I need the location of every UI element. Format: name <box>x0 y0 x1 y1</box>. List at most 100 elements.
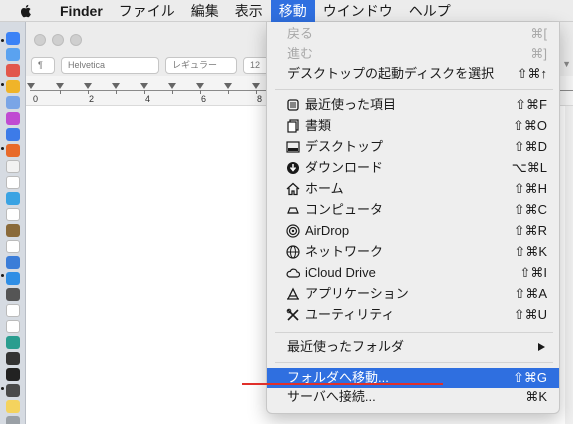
menu-item-enclosing-folder[interactable]: デスクトップの起動ディスクを選択 ⇧⌘↑ <box>267 64 559 84</box>
ruler-number: 6 <box>201 94 207 104</box>
desktop-icon <box>286 141 300 153</box>
app-dock-icon[interactable] <box>6 320 20 333</box>
menu-item-documents[interactable]: 書類 ⇧⌘O <box>267 116 559 136</box>
tab-stop-marker[interactable] <box>112 83 120 89</box>
menu-view[interactable]: 表示 <box>227 0 271 22</box>
app-dock-icon[interactable] <box>6 288 20 301</box>
menu-help[interactable]: ヘルプ <box>401 0 459 22</box>
menu-item-recents[interactable]: 最近使った項目 ⇧⌘F <box>267 95 559 115</box>
app-dock-icon[interactable] <box>6 80 20 93</box>
app-dock-icon[interactable] <box>6 96 20 109</box>
tab-stop-marker[interactable] <box>140 83 148 89</box>
app-dock-icon[interactable] <box>6 400 20 413</box>
ruler-number: 0 <box>33 94 39 104</box>
menu-item-applications[interactable]: アプリケーション ⇧⌘A <box>267 284 559 304</box>
menu-item-computer[interactable]: コンピュータ ⇧⌘C <box>267 200 559 220</box>
network-icon <box>286 245 300 259</box>
app-dock-icon[interactable] <box>6 384 20 397</box>
menu-item-icloud-drive[interactable]: iCloud Drive ⇧⌘I <box>267 263 559 283</box>
computer-icon <box>287 207 299 214</box>
menu-item-utilities[interactable]: ユーティリティ ⇧⌘U <box>267 305 559 325</box>
menu-item-shortcut: ⇧⌘↑ <box>516 66 547 81</box>
app-dock-icon[interactable] <box>6 272 20 285</box>
menu-item-shortcut: ⇧⌘U <box>513 307 547 322</box>
app-dock-icon[interactable] <box>6 192 20 205</box>
app-dock-icon[interactable] <box>6 112 20 125</box>
menu-item-shortcut: ⇧⌘K <box>514 244 547 259</box>
launchpad-dock-icon[interactable] <box>6 48 20 61</box>
tab-stop-marker[interactable] <box>168 83 176 89</box>
menu-file[interactable]: ファイル <box>111 0 183 22</box>
menu-bar: Finder ファイル 編集 表示 移動 ウインドウ ヘルプ <box>0 0 573 22</box>
menu-finder[interactable]: Finder <box>52 0 111 22</box>
menu-go[interactable]: 移動 <box>270 0 315 22</box>
app-dock-icon[interactable] <box>6 160 20 173</box>
menu-item-airdrop[interactable]: AirDrop ⇧⌘R <box>267 221 559 241</box>
app-dock-icon[interactable] <box>6 304 20 317</box>
documents-icon <box>287 119 299 133</box>
ruler-tick <box>172 90 173 94</box>
dock-running-indicator <box>1 39 4 42</box>
menu-item-label: 最近使った項目 <box>305 97 397 112</box>
menu-item-connect-to-server[interactable]: サーバへ接続... ⌘K <box>267 387 559 407</box>
menu-item-shortcut: ⌘[ <box>530 26 547 41</box>
tab-stop-marker[interactable] <box>84 83 92 89</box>
minimize-window-button[interactable] <box>52 34 64 46</box>
paragraph-style-popup[interactable]: ¶ <box>31 57 55 74</box>
tab-stop-marker[interactable] <box>224 83 232 89</box>
menu-item-downloads[interactable]: ダウンロード ⌥⌘L <box>267 158 559 178</box>
menu-separator <box>275 362 553 363</box>
app-dock-icon[interactable] <box>6 64 20 77</box>
close-window-button[interactable] <box>34 34 46 46</box>
menu-item-network[interactable]: ネットワーク ⇧⌘K <box>267 242 559 262</box>
tab-stop-marker[interactable] <box>252 83 260 89</box>
menu-item-go-to-folder[interactable]: フォルダへ移動... ⇧⌘G <box>267 368 559 388</box>
menu-item-shortcut: ⌘K <box>525 389 547 404</box>
font-style-popup[interactable]: レギュラー <box>165 57 237 74</box>
tab-stop-marker[interactable] <box>56 83 64 89</box>
menu-item-shortcut: ⌥⌘L <box>511 160 547 175</box>
firefox-dock-icon[interactable] <box>6 144 20 157</box>
menu-item-forward[interactable]: 進む ⌘] <box>267 44 559 64</box>
menu-window[interactable]: ウインドウ <box>315 0 401 22</box>
menu-separator <box>275 89 553 90</box>
menu-item-label: AirDrop <box>305 223 350 238</box>
left-indent-marker[interactable] <box>27 83 35 89</box>
menu-item-label: iCloud Drive <box>305 265 376 280</box>
terminal-dock-icon[interactable] <box>6 352 20 365</box>
dock <box>0 22 26 424</box>
trash-dock-icon[interactable] <box>6 416 20 424</box>
app-dock-icon[interactable] <box>6 240 20 253</box>
dock-running-indicator <box>1 387 4 390</box>
finder-dock-icon[interactable] <box>6 32 20 45</box>
menu-item-label: 最近使ったフォルダ <box>287 339 405 354</box>
tab-stop-marker[interactable] <box>196 83 204 89</box>
menu-edit[interactable]: 編集 <box>183 0 227 22</box>
app-dock-icon[interactable] <box>6 368 20 381</box>
menu-item-shortcut: ⇧⌘C <box>513 202 547 217</box>
chevron-down-icon[interactable]: ▼ <box>562 59 571 69</box>
app-dock-icon[interactable] <box>6 336 20 349</box>
zoom-window-button[interactable] <box>70 34 82 46</box>
ruler-tick <box>116 90 117 94</box>
menu-item-label: ホーム <box>305 181 344 196</box>
ruler-number: 4 <box>145 94 151 104</box>
applications-icon <box>287 287 299 300</box>
app-dock-icon[interactable] <box>6 176 20 189</box>
app-dock-icon[interactable] <box>6 128 20 141</box>
menu-item-back[interactable]: 戻る ⌘[ <box>267 24 559 44</box>
menu-item-desktop[interactable]: デスクトップ ⇧⌘D <box>267 137 559 157</box>
menu-item-recent-folders[interactable]: 最近使ったフォルダ <box>267 337 559 357</box>
menu-item-home[interactable]: ホーム ⇧⌘H <box>267 179 559 199</box>
menu-item-label: デスクトップ <box>305 139 384 154</box>
app-dock-icon[interactable] <box>6 208 20 221</box>
font-family-popup[interactable]: Helvetica <box>61 57 159 74</box>
app-dock-icon[interactable] <box>6 256 20 269</box>
annotation-underline <box>242 383 443 385</box>
app-dock-icon[interactable] <box>6 224 20 237</box>
apple-icon[interactable] <box>18 3 34 19</box>
menu-item-shortcut: ⌘] <box>530 46 547 61</box>
menu-item-shortcut: ⇧⌘A <box>514 286 547 301</box>
vertical-scrollbar[interactable] <box>565 106 573 424</box>
ruler-tick <box>60 90 61 94</box>
